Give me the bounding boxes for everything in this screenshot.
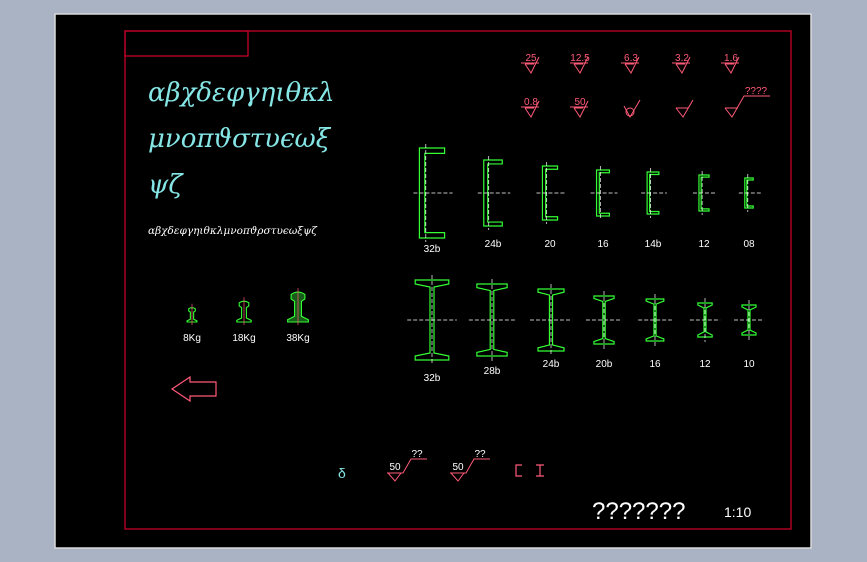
drawing-scale: 1:10 xyxy=(724,504,751,520)
ibeam-label-32b: 32b xyxy=(424,373,441,384)
channel-label-32b: 32b xyxy=(424,244,441,255)
ibeam-label-16: 16 xyxy=(649,359,661,370)
channel-label-12: 12 xyxy=(698,239,710,250)
ibeam-label-28b: 28b xyxy=(484,366,501,377)
ibeam-label-12: 12 xyxy=(699,359,711,370)
channel-label-24b: 24b xyxy=(485,239,502,250)
ibeam-label-24b: 24b xyxy=(543,359,560,370)
rail-label-8Kg: 8Kg xyxy=(183,333,201,344)
cad-drawing-canvas: αβχδεφγηιθκλ μνοπϑστυϵωξ ψζ αβχδεφγηιθκλ… xyxy=(54,13,812,549)
greek-small-line: αβχδεφγηιθκλμνοπϑρστυϵωξψζ xyxy=(148,225,318,237)
greek-line-3: ψζ xyxy=(148,170,184,200)
weld-mark-0: ?? xyxy=(411,449,423,460)
rail-label-38Kg: 38Kg xyxy=(286,333,309,344)
ibeam-label-20b: 20b xyxy=(596,359,613,370)
channel-label-16: 16 xyxy=(597,239,609,250)
weld-mark-1: ?? xyxy=(474,449,486,460)
weld-value-1: 50 xyxy=(452,462,464,473)
greek-line-2: μνοπϑστυϵωξ xyxy=(148,124,332,154)
roughness-symbol-0-label: 25 xyxy=(525,53,537,64)
channel-label-20: 20 xyxy=(544,239,556,250)
ibeam-label-10: 10 xyxy=(743,359,755,370)
rail-label-18Kg: 18Kg xyxy=(232,333,255,344)
roughness-symbol-row2-1-label: 50 xyxy=(574,97,586,108)
channel-label-08: 08 xyxy=(743,239,755,250)
delta-symbol: δ xyxy=(338,465,346,481)
greek-line-1: αβχδεφγηιθκλ xyxy=(148,78,335,108)
drawing-title: ??????? xyxy=(592,498,685,525)
weld-value-0: 50 xyxy=(389,462,401,473)
channel-label-14b: 14b xyxy=(645,239,662,250)
roughness-extra-label: ???? xyxy=(745,86,768,97)
